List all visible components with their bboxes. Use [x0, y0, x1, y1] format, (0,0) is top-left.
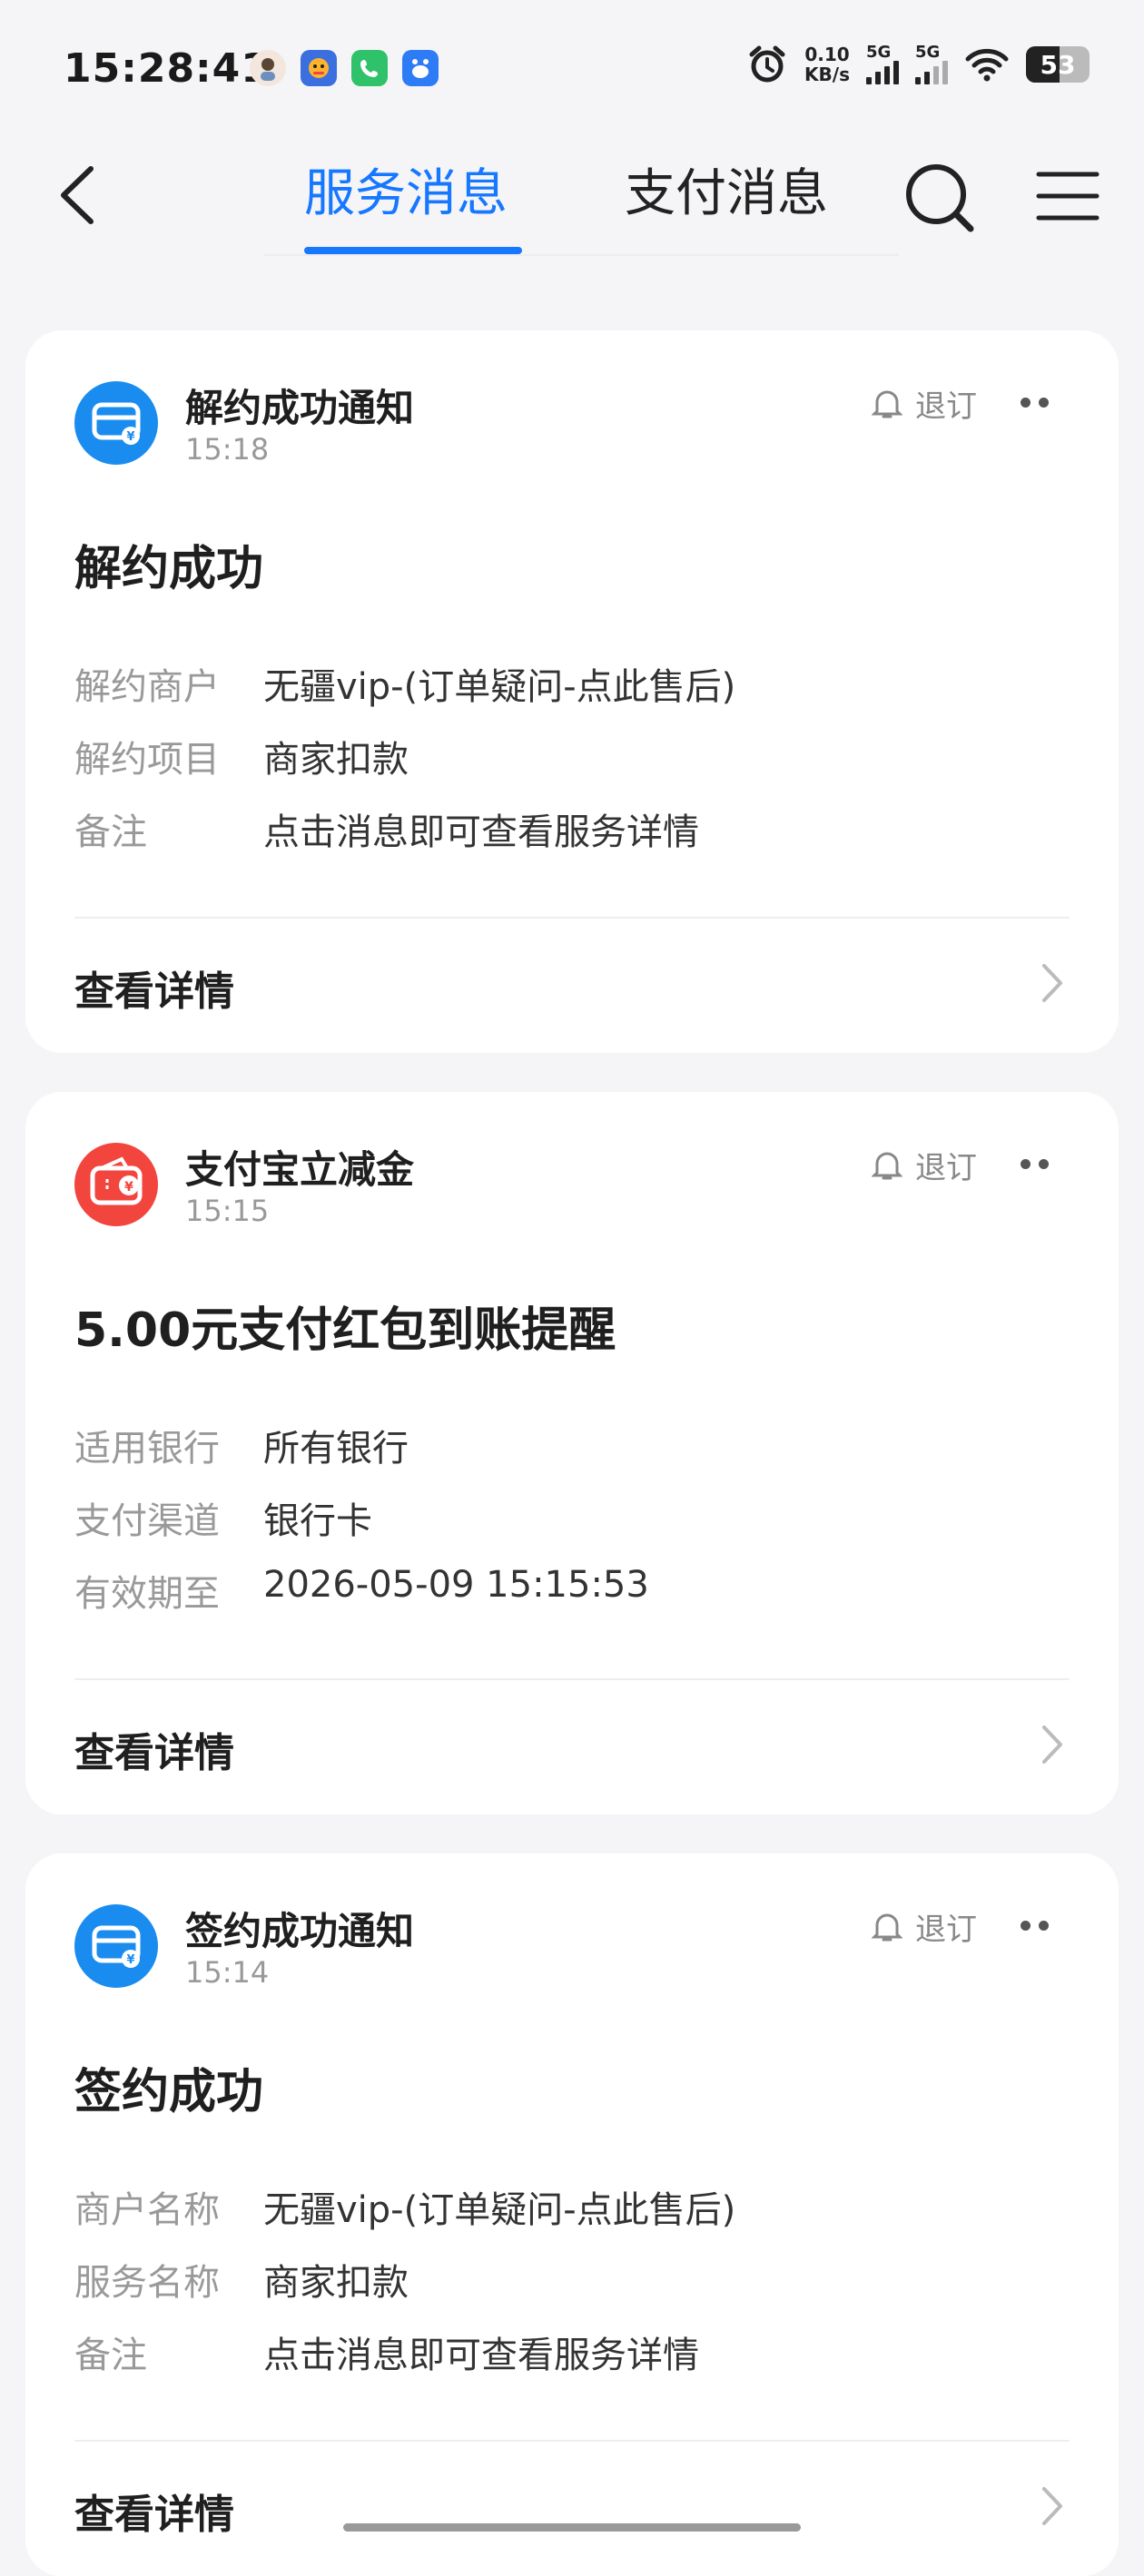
more-options-icon[interactable] — [1021, 1159, 1049, 1169]
card-time: 15:14 — [185, 1955, 270, 1990]
bell-icon — [872, 1913, 902, 1941]
signal-2: 5G — [915, 44, 948, 84]
signal-2-label: 5G — [915, 43, 941, 62]
info-row: 备注 点击消息即可查看服务详情 — [74, 2325, 699, 2378]
row-value: 点击消息即可查看服务详情 — [263, 811, 699, 853]
signal-1: 5G — [866, 44, 899, 84]
network-speed: 0.10 KB/s — [804, 44, 850, 84]
row-value: 所有银行 — [263, 1428, 409, 1470]
view-details-link[interactable]: 查看详情 — [74, 2482, 234, 2540]
svg-text:¥: ¥ — [126, 430, 134, 444]
info-row: 适用银行 所有银行 — [74, 1419, 409, 1471]
row-value: 点击消息即可查看服务详情 — [263, 2335, 699, 2376]
menu-icon[interactable] — [1035, 169, 1100, 223]
battery-icon: 53 — [1026, 46, 1090, 83]
service-ticket-icon: ¥ — [74, 381, 158, 465]
info-row: 解约商户 无疆vip-(订单疑问-点此售后) — [74, 657, 735, 710]
search-icon[interactable] — [903, 162, 976, 234]
active-tab-indicator — [304, 247, 522, 254]
unsubscribe-label: 退订 — [915, 388, 977, 425]
message-card-termination[interactable]: ¥ 解约成功通知 15:18 退订 解约成功 解约商户 无疆vip-(订单疑问-… — [25, 330, 1119, 1053]
svg-text:¥: ¥ — [126, 1953, 134, 1967]
bell-icon — [872, 1152, 902, 1179]
message-card-discount[interactable]: ¥ 支付宝立减金 15:15 退订 5.00元支付红包到账提醒 适用银行 所有银… — [25, 1092, 1119, 1814]
wifi-icon — [965, 48, 1009, 82]
card-headline: 解约成功 — [74, 542, 264, 596]
red-wallet-icon: ¥ — [74, 1143, 158, 1226]
info-row: 解约项目 商家扣款 — [74, 730, 409, 782]
row-value: 无疆vip-(订单疑问-点此售后) — [263, 666, 736, 708]
unsubscribe-button[interactable]: 退订 — [872, 381, 977, 426]
card-divider — [74, 1678, 1070, 1680]
row-label: 备注 — [74, 811, 147, 853]
row-value: 商家扣款 — [263, 2262, 409, 2304]
row-value: 商家扣款 — [263, 739, 409, 781]
tab-divider — [263, 254, 899, 256]
network-speed-value: 0.10 — [804, 44, 850, 65]
row-label: 适用银行 — [74, 1428, 220, 1470]
more-options-icon[interactable] — [1021, 398, 1049, 408]
status-app-icons — [250, 50, 439, 86]
status-indicators: 0.10 KB/s 5G 5G 53 — [746, 44, 1090, 85]
chevron-right-icon[interactable] — [1033, 2483, 1070, 2529]
more-options-icon[interactable] — [1021, 1921, 1049, 1931]
row-value: 2026-05-09 15:15:53 — [263, 1564, 649, 1606]
row-label: 服务名称 — [74, 2262, 220, 2304]
bell-icon — [872, 390, 902, 418]
avatar-notification-icon — [250, 50, 286, 86]
row-label: 有效期至 — [74, 1573, 220, 1615]
info-row: 备注 点击消息即可查看服务详情 — [74, 802, 699, 855]
status-time: 15:28:41 — [64, 45, 270, 92]
view-details-link[interactable]: 查看详情 — [74, 1720, 234, 1778]
row-label: 解约项目 — [74, 739, 220, 781]
tab-payment-messages[interactable]: 支付消息 — [625, 152, 828, 226]
game-app-icon — [301, 50, 337, 86]
row-label: 支付渠道 — [74, 1500, 220, 1542]
alarm-icon — [749, 45, 785, 83]
info-row: 服务名称 商家扣款 — [74, 2253, 409, 2306]
unsubscribe-button[interactable]: 退订 — [872, 1143, 977, 1187]
svg-text:¥: ¥ — [124, 1180, 133, 1195]
card-title: 签约成功通知 — [185, 1909, 415, 1953]
tab-service-messages[interactable]: 服务消息 — [304, 152, 508, 226]
card-time: 15:18 — [185, 432, 270, 467]
card-divider — [74, 2440, 1070, 2442]
home-indicator[interactable] — [343, 2523, 801, 2532]
status-bar: 15:28:41 0.10 KB/s 5G 5G 53 — [0, 0, 1144, 145]
message-card-signup[interactable]: ¥ 签约成功通知 15:14 退订 签约成功 商户名称 无疆vip-(订单疑问-… — [25, 1853, 1119, 2576]
nav-bar: 服务消息 支付消息 — [0, 145, 1144, 263]
chevron-right-icon[interactable] — [1033, 1722, 1070, 1767]
info-row: 商户名称 无疆vip-(订单疑问-点此售后) — [74, 2180, 735, 2233]
battery-level: 53 — [1040, 50, 1076, 80]
view-details-link[interactable]: 查看详情 — [74, 959, 234, 1017]
row-label: 商户名称 — [74, 2189, 220, 2231]
card-title: 支付宝立减金 — [185, 1147, 415, 1192]
unsubscribe-label: 退订 — [915, 1150, 977, 1186]
card-time: 15:15 — [185, 1194, 270, 1228]
unsubscribe-label: 退订 — [915, 1912, 977, 1948]
info-row: 有效期至 2026-05-09 15:15:53 — [74, 1564, 649, 1617]
network-speed-unit: KB/s — [804, 64, 850, 85]
signal-bars-icon — [915, 61, 948, 84]
signal-bars-icon — [866, 61, 899, 84]
back-arrow-icon[interactable] — [54, 163, 109, 227]
row-label: 备注 — [74, 2335, 147, 2376]
chevron-right-icon[interactable] — [1033, 960, 1070, 1006]
info-row: 支付渠道 银行卡 — [74, 1491, 372, 1544]
signal-1-label: 5G — [866, 43, 892, 62]
row-label: 解约商户 — [74, 666, 220, 708]
card-divider — [74, 917, 1070, 919]
baidu-app-icon — [402, 50, 439, 86]
card-headline: 5.00元支付红包到账提醒 — [74, 1303, 616, 1358]
phone-app-icon — [351, 50, 388, 86]
row-value: 无疆vip-(订单疑问-点此售后) — [263, 2189, 736, 2231]
unsubscribe-button[interactable]: 退订 — [872, 1904, 977, 1949]
card-title: 解约成功通知 — [185, 386, 415, 430]
card-headline: 签约成功 — [74, 2065, 264, 2119]
service-ticket-icon: ¥ — [74, 1904, 158, 1988]
row-value: 银行卡 — [263, 1500, 372, 1542]
